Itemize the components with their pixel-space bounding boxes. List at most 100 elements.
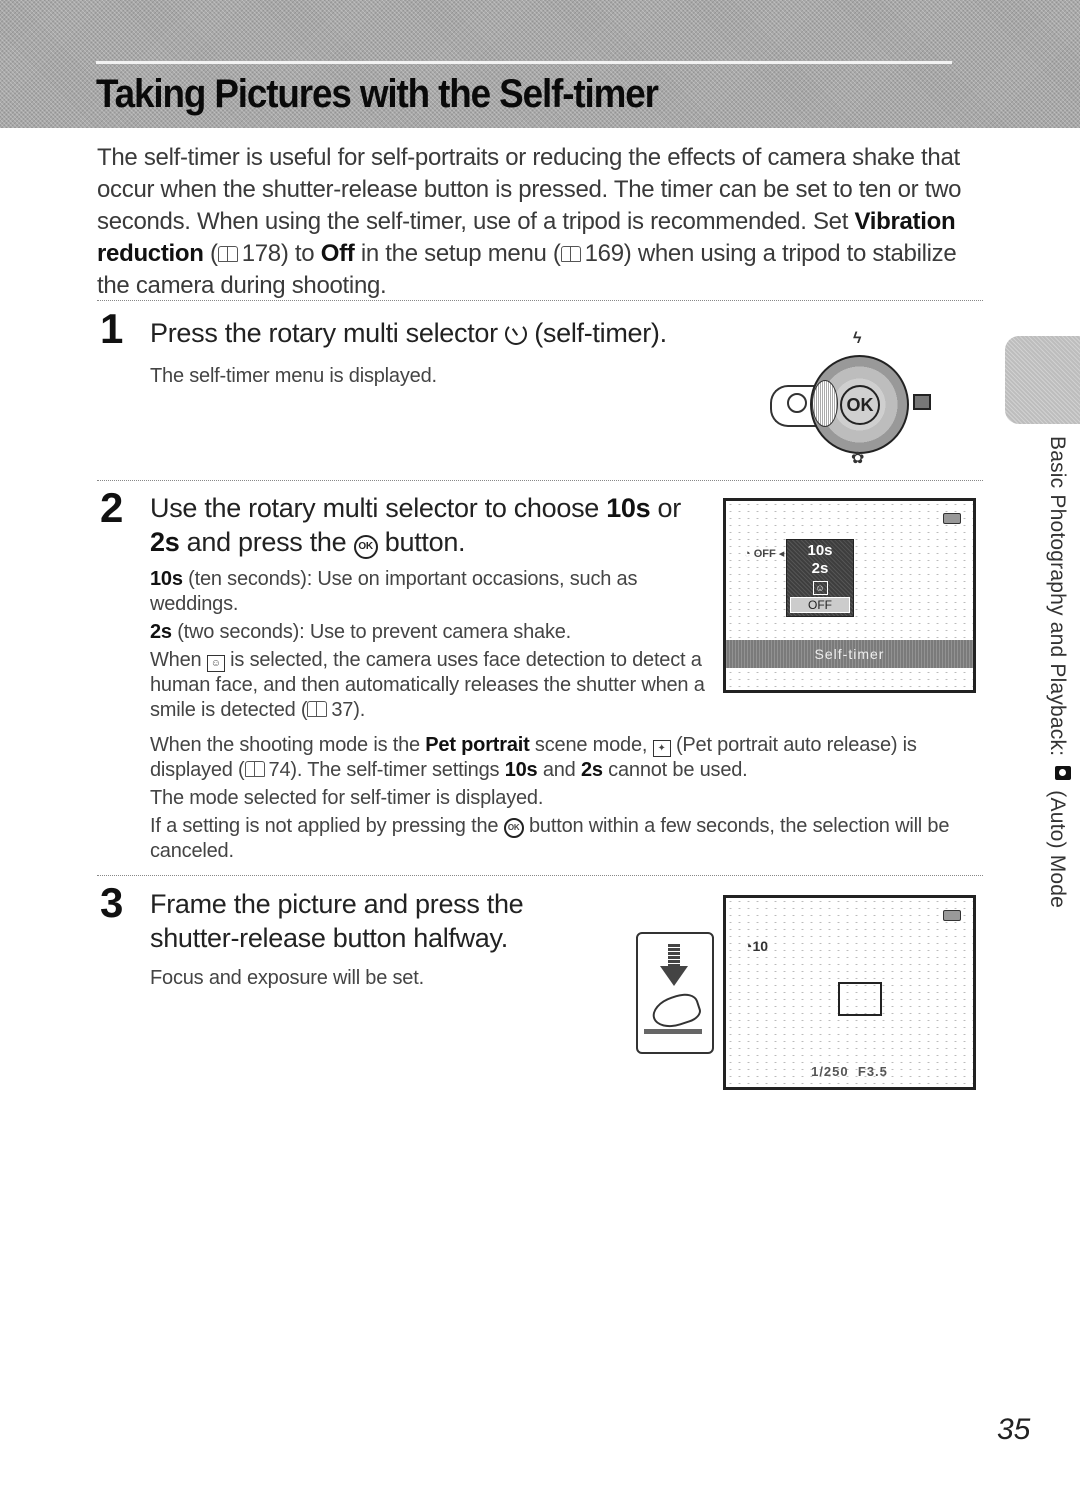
menu-item-smile-timer[interactable]: ☺ bbox=[787, 578, 853, 595]
step-3-heading: Frame the picture and press the shutter-… bbox=[150, 889, 524, 953]
press-arrow-icon bbox=[668, 944, 680, 966]
heading-text: Use the rotary multi selector to choose bbox=[150, 493, 607, 523]
note-pet-portrait: When the shooting mode is the Pet portra… bbox=[150, 733, 985, 783]
note-text: When bbox=[150, 649, 207, 671]
step-3-note: Focus and exposure will be set. bbox=[150, 967, 424, 989]
heading-text: (self-timer). bbox=[527, 318, 667, 348]
page-ref[interactable]: 74 bbox=[269, 759, 291, 781]
shooting-screen: ◔10 1/250 F3.5 bbox=[723, 895, 976, 1090]
menu-item-10s[interactable]: 10s bbox=[787, 542, 853, 559]
note-text: scene mode, bbox=[529, 734, 653, 756]
note-2s: 2s (two seconds): Use to prevent camera … bbox=[150, 620, 710, 645]
indicator-text: OFF bbox=[753, 548, 776, 560]
battery-icon bbox=[943, 910, 961, 921]
note-text: and bbox=[537, 759, 581, 781]
section-tab bbox=[1005, 336, 1080, 424]
note-text: ). The self-timer settings bbox=[290, 759, 505, 781]
step-2-extra-notes: When the shooting mode is the Pet portra… bbox=[150, 733, 985, 867]
note-text: cannot be used. bbox=[602, 759, 748, 781]
page-ref[interactable]: 169 bbox=[585, 240, 624, 267]
intro-paragraph: The self-timer is useful for self-portra… bbox=[97, 144, 962, 299]
title-banner: Taking Pictures with the Self-timer bbox=[0, 0, 1080, 128]
ok-button-icon: OK bbox=[353, 535, 378, 559]
step-1-heading: Press the rotary multi selector (self-ti… bbox=[150, 316, 667, 350]
heading-text: and press the bbox=[179, 527, 354, 557]
intro-text: ) to bbox=[280, 240, 321, 267]
option-label: 10s bbox=[150, 568, 183, 590]
banner-rule bbox=[96, 61, 952, 64]
option-2s: 2s bbox=[150, 527, 180, 557]
self-timer-icon bbox=[787, 393, 807, 413]
menu-item-2s[interactable]: 2s bbox=[787, 560, 853, 577]
heading-text: Press the rotary multi selector bbox=[150, 318, 506, 348]
heading-text: button. bbox=[377, 527, 466, 557]
note-text: (two seconds): Use to prevent camera sha… bbox=[171, 621, 572, 643]
macro-icon: ✿ bbox=[851, 450, 865, 467]
self-timer-menu-screen: ◔ OFF ◂ 10s 2s ☺ OFF Self-timer bbox=[723, 498, 976, 693]
exposure-compensation-icon bbox=[913, 394, 931, 410]
timer-value: 10 bbox=[752, 938, 769, 954]
self-timer-menu: 10s 2s ☺ OFF bbox=[786, 539, 854, 617]
ok-button-icon: OK bbox=[503, 818, 524, 838]
press-arrow-head bbox=[660, 966, 688, 986]
battery-icon bbox=[943, 513, 961, 524]
tab-text: (Auto) Mode bbox=[1046, 784, 1069, 909]
page-title: Taking Pictures with the Self-timer bbox=[96, 72, 659, 116]
intro-text: The self-timer is useful for self-portra… bbox=[97, 144, 962, 235]
page-ref[interactable]: 37 bbox=[331, 699, 353, 721]
book-icon bbox=[560, 246, 581, 262]
divider bbox=[97, 300, 983, 301]
intro-text: in the setup menu ( bbox=[354, 240, 561, 267]
step-1-note: The self-timer menu is displayed. bbox=[150, 365, 437, 387]
focus-area bbox=[838, 982, 882, 1016]
step-2-number: 2 bbox=[100, 484, 124, 531]
note-text: ). bbox=[353, 699, 366, 721]
exposure-readout: 1/250 F3.5 bbox=[726, 1064, 973, 1079]
note-cancel: If a setting is not applied by pressing … bbox=[150, 814, 985, 864]
step-2-notes: 10s (ten seconds): Use on important occa… bbox=[150, 567, 710, 726]
note-smile-timer: When ☺ is selected, the camera uses face… bbox=[150, 648, 710, 723]
divider bbox=[97, 480, 983, 481]
step-1-number: 1 bbox=[100, 305, 124, 352]
note-10s: 10s (ten seconds): Use on important occa… bbox=[150, 567, 710, 617]
pet-portrait-release-icon: ✦ bbox=[652, 740, 671, 757]
self-timer-off-indicator: ◔ OFF ◂ bbox=[744, 548, 785, 560]
shutter-button-shape bbox=[644, 1029, 702, 1034]
step-2-heading: Use the rotary multi selector to choose … bbox=[150, 491, 710, 559]
note-text: (ten seconds): Use on important occasion… bbox=[150, 568, 638, 615]
note-text: is selected, the camera uses face detect… bbox=[150, 649, 705, 721]
shutter-press-illustration bbox=[636, 932, 714, 1054]
self-timer-indicator: ◔10 bbox=[744, 938, 769, 954]
menu-title-bar: Self-timer bbox=[726, 640, 973, 668]
heading-text: or bbox=[650, 493, 682, 523]
pressed-highlight bbox=[812, 380, 838, 427]
option-label: 2s bbox=[150, 621, 172, 643]
book-icon bbox=[217, 246, 238, 262]
section-tab-label: Basic Photography and Playback: (Auto) M… bbox=[1045, 436, 1071, 908]
divider bbox=[97, 875, 983, 876]
shutter-speed: 1/250 bbox=[811, 1064, 849, 1079]
smile-timer-icon: ☺ bbox=[206, 655, 225, 672]
note-mode-displayed: The mode selected for self-timer is disp… bbox=[150, 787, 544, 809]
flash-icon: ϟ bbox=[853, 330, 862, 347]
option-label: 10s bbox=[504, 759, 538, 781]
finger-icon bbox=[648, 989, 704, 1033]
page-number: 35 bbox=[997, 1413, 1031, 1446]
note-text: When the shooting mode is the bbox=[150, 734, 426, 756]
aperture: F3.5 bbox=[857, 1064, 888, 1079]
ok-button: OK bbox=[840, 385, 880, 425]
rotary-multi-selector-diagram: ϟ OK ✿ bbox=[765, 330, 945, 470]
book-icon bbox=[307, 701, 328, 717]
option-label: 2s bbox=[580, 759, 603, 781]
option-10s: 10s bbox=[606, 493, 651, 523]
self-timer-icon bbox=[505, 323, 528, 345]
off-label: Off bbox=[320, 240, 355, 267]
camera-auto-icon bbox=[1054, 766, 1071, 781]
menu-item-off[interactable]: OFF bbox=[790, 597, 850, 613]
page-ref[interactable]: 178 bbox=[242, 240, 281, 267]
book-icon bbox=[244, 761, 265, 777]
smile-timer-icon: ☺ bbox=[812, 581, 828, 595]
note-text: If a setting is not applied by pressing … bbox=[150, 815, 504, 837]
tab-text: Basic Photography and Playback: bbox=[1046, 436, 1069, 763]
pet-portrait-label: Pet portrait bbox=[425, 734, 530, 756]
